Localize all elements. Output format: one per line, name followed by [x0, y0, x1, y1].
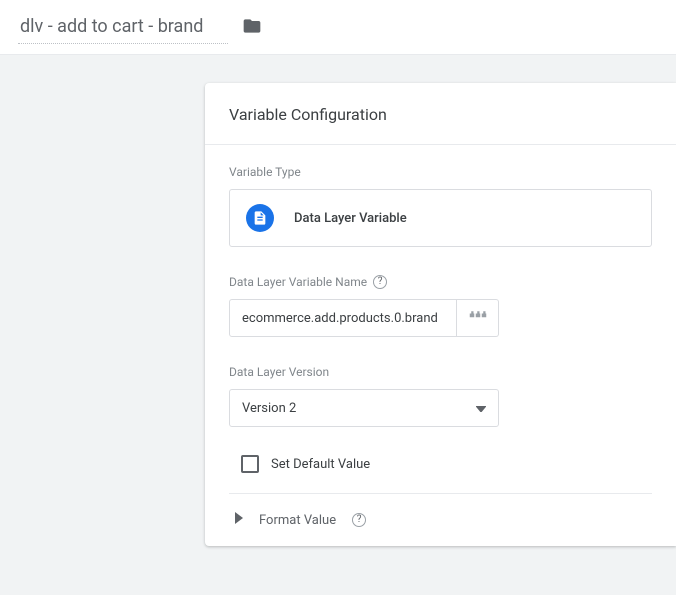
- default-value-label: Set Default Value: [271, 457, 370, 472]
- version-value: Version 2: [242, 401, 296, 416]
- default-value-checkbox[interactable]: [241, 455, 259, 473]
- version-label: Data Layer Version: [229, 365, 652, 379]
- data-layer-variable-icon: [246, 204, 274, 232]
- variable-name-label-text: Data Layer Variable Name: [229, 275, 367, 289]
- variable-type-selector[interactable]: Data Layer Variable: [229, 189, 652, 247]
- format-value-label: Format Value: [259, 513, 336, 528]
- variable-config-card: Variable Configuration Variable Type Dat…: [205, 83, 676, 546]
- variable-picker-button[interactable]: [457, 299, 499, 337]
- variable-name-input[interactable]: [18, 12, 228, 44]
- help-icon[interactable]: ?: [352, 513, 366, 527]
- format-value-row[interactable]: Format Value ?: [205, 494, 676, 546]
- chevron-right-icon: [235, 512, 243, 528]
- workspace: Variable Configuration Variable Type Dat…: [0, 55, 676, 595]
- variable-name-label: Data Layer Variable Name ?: [229, 275, 652, 289]
- help-icon[interactable]: ?: [373, 275, 387, 289]
- variable-type-label: Variable Type: [229, 165, 652, 179]
- page-header: [0, 0, 676, 55]
- version-select[interactable]: Version 2: [229, 389, 499, 427]
- variable-type-section: Variable Type Data Layer Variable: [205, 145, 676, 247]
- version-section: Data Layer Version Version 2: [205, 345, 676, 427]
- card-title: Variable Configuration: [205, 83, 676, 145]
- variable-type-name: Data Layer Variable: [294, 211, 407, 226]
- folder-icon[interactable]: [242, 16, 262, 40]
- data-layer-variable-name-input[interactable]: [229, 299, 457, 337]
- chevron-down-icon: [476, 401, 486, 416]
- variable-name-section: Data Layer Variable Name ?: [205, 255, 676, 337]
- default-value-row: Set Default Value: [205, 435, 676, 493]
